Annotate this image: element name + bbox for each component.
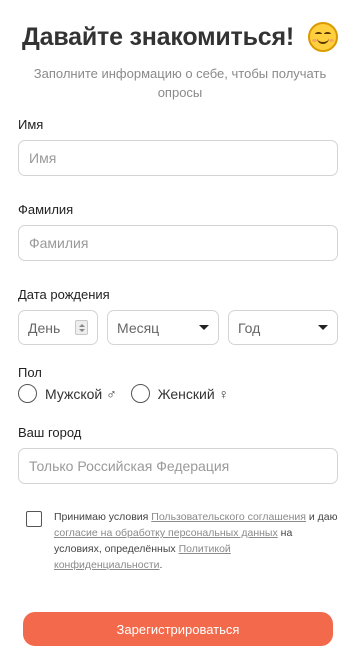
chevron-down-icon [199, 325, 209, 330]
city-label: Ваш город [18, 425, 82, 440]
agreement-text-part4: . [159, 559, 163, 571]
gender-male-radio[interactable] [18, 384, 37, 403]
birth-year-select[interactable]: Год [228, 310, 338, 345]
gender-label: Пол [18, 365, 42, 380]
gender-male-option[interactable]: Мужской ♂ [18, 384, 117, 403]
city-input[interactable] [18, 448, 338, 484]
birth-date-label: Дата рождения [18, 287, 110, 302]
gender-radio-group: Мужской ♂ Женский ♀ [18, 384, 229, 403]
gender-female-label[interactable]: Женский ♀ [158, 386, 229, 402]
agreement-block: Принимаю условия Пользовательского согла… [26, 509, 342, 573]
personal-data-consent-link[interactable]: согласие на обработку персональных данны… [54, 527, 278, 539]
first-name-label: Имя [18, 117, 44, 132]
birth-day-placeholder: День [28, 319, 61, 336]
gender-female-option[interactable]: Женский ♀ [130, 384, 229, 403]
agreement-text-part2: и даю [305, 511, 338, 523]
birth-year-placeholder: Год [238, 319, 261, 336]
last-name-label: Фамилия [18, 202, 74, 217]
gender-male-label[interactable]: Мужской ♂ [45, 386, 117, 402]
birth-day-input[interactable]: День [18, 310, 98, 345]
birth-month-select[interactable]: Месяц [107, 310, 219, 345]
page-title: Давайте знакомиться! [22, 22, 294, 51]
first-name-input[interactable] [18, 140, 338, 176]
page-subtitle: Заполните информацию о себе, чтобы получ… [33, 66, 327, 100]
user-agreement-link[interactable]: Пользовательского соглашения [151, 511, 306, 523]
agreement-checkbox[interactable] [26, 511, 42, 527]
agreement-text-part1: Принимаю условия [54, 511, 152, 523]
last-name-input[interactable] [18, 225, 338, 261]
day-stepper-icon[interactable] [75, 320, 88, 335]
smiling-face-icon [307, 22, 338, 52]
birth-month-placeholder: Месяц [117, 319, 160, 336]
register-button[interactable]: Зарегистрироваться [23, 612, 333, 646]
gender-female-radio[interactable] [130, 384, 150, 403]
chevron-down-icon [318, 325, 328, 330]
header: Давайте знакомиться! [0, 22, 360, 52]
agreement-text: Принимаю условия Пользовательского согла… [54, 509, 342, 573]
